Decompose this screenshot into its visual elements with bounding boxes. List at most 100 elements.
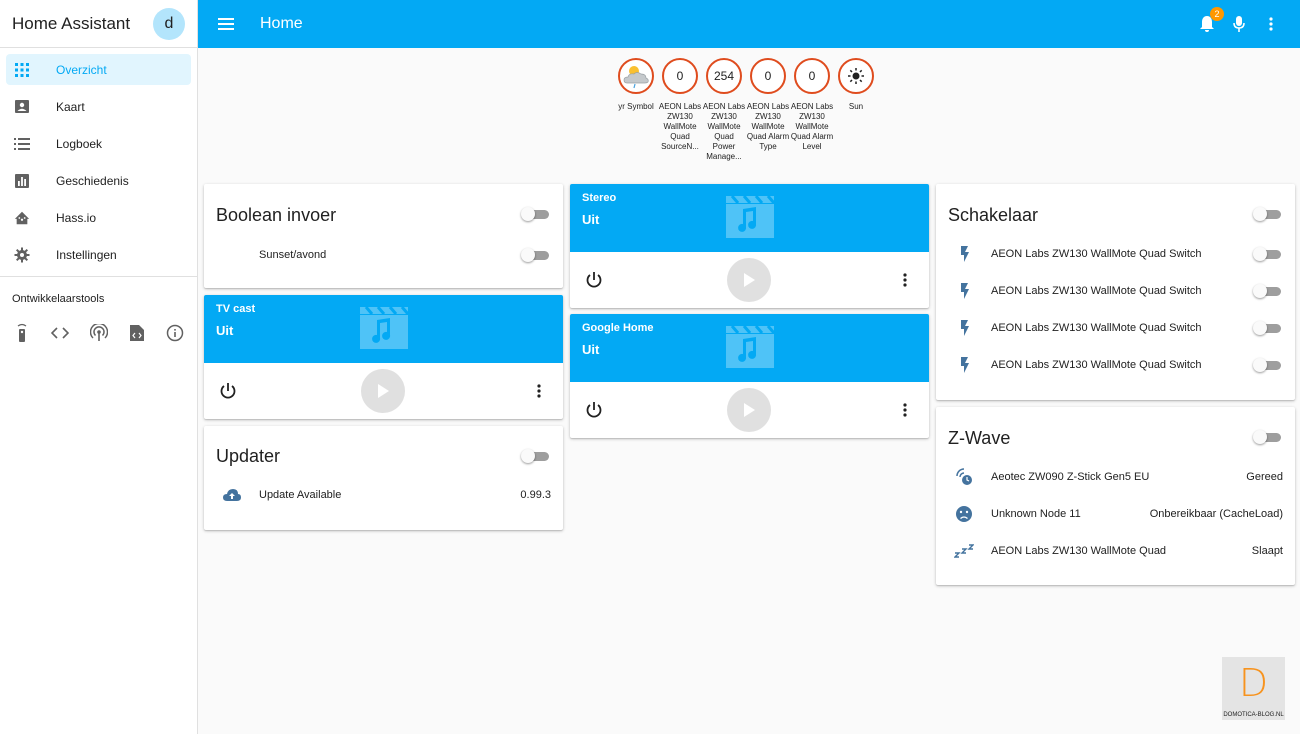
movie-icon [360, 306, 410, 349]
badge-alarm-type[interactable]: 0 AEON Labs ZW130 WallMote Quad Alarm Ty… [747, 58, 789, 162]
watermark-text: DOMOTICA-BLOG.NL [1223, 712, 1284, 718]
notification-count: 2 [1210, 7, 1224, 21]
play-icon [744, 273, 755, 287]
page-title: Home [260, 15, 303, 32]
flash-icon [954, 281, 974, 301]
weather-icon [623, 66, 649, 89]
map-account-icon [14, 99, 30, 115]
switch-toggle[interactable] [1253, 358, 1281, 372]
entity-row: Sunset/avond [204, 240, 563, 270]
sleep-icon [954, 541, 974, 561]
media-controls [204, 363, 563, 419]
antenna-icon[interactable] [89, 323, 108, 343]
watermark-letter: D [1238, 661, 1269, 705]
cloud-upload-icon [222, 485, 242, 505]
sidebar-item-logboek[interactable]: Logboek [6, 128, 191, 159]
sidebar-item-instellingen[interactable]: Instellingen [6, 239, 191, 270]
media-name: Google Home [582, 322, 654, 334]
play-button[interactable] [727, 388, 771, 432]
sidebar-item-label: Geschiedenis [56, 173, 129, 188]
badge-value: 0 [662, 58, 698, 94]
media-name: TV cast [216, 303, 256, 315]
user-avatar[interactable]: d [153, 7, 185, 40]
sidebar-item-geschiedenis[interactable]: Geschiedenis [6, 165, 191, 196]
menu-button[interactable] [198, 0, 254, 48]
media-card-google-home: Google Home Uit [570, 314, 929, 438]
play-button[interactable] [361, 369, 405, 413]
flash-icon [954, 318, 974, 338]
badge-sourcenode[interactable]: 0 AEON Labs ZW130 WallMote Quad SourceN.… [659, 58, 701, 162]
badge-circle [618, 58, 654, 94]
badge-sun[interactable]: Sun [836, 58, 876, 162]
entity-row[interactable]: Aeotec ZW090 Z-Stick Gen5 EU Gereed [936, 462, 1295, 492]
top-app-bar: Home 2 [198, 0, 1300, 48]
sidebar-item-hassio[interactable]: Hass.io [6, 202, 191, 233]
home-assistant-icon [14, 210, 30, 226]
updater-card: Updater Update Available 0.99.3 [204, 426, 563, 530]
sidebar-item-label: Kaart [56, 99, 85, 114]
badge-label: yr Symbol [618, 102, 654, 111]
sidebar-item-overzicht[interactable]: Overzicht [6, 54, 191, 85]
power-icon[interactable] [584, 270, 604, 290]
list-icon [14, 136, 30, 152]
switch-toggle[interactable] [1253, 247, 1281, 261]
sunset-toggle[interactable] [521, 248, 549, 262]
sidebar-item-label: Hass.io [56, 210, 97, 225]
media-card-stereo: Stereo Uit [570, 184, 929, 308]
badge-label: AEON Labs ZW130 WallMote Quad Alarm Leve… [790, 102, 834, 151]
entity-row[interactable]: AEON Labs ZW130 WallMote Quad Slaapt [936, 536, 1295, 566]
media-header: Stereo Uit [570, 184, 929, 252]
badge-label: AEON Labs ZW130 WallMote Quad Power Mana… [702, 102, 746, 161]
entity-name: AEON Labs ZW130 WallMote Quad Switch [991, 285, 1202, 297]
entity-value: 0.99.3 [520, 489, 551, 501]
more-button[interactable] [529, 381, 549, 401]
notifications-button[interactable]: 2 [1196, 7, 1224, 35]
more-vertical-icon [537, 384, 541, 398]
group-toggle[interactable] [1253, 430, 1281, 444]
voice-button[interactable] [1228, 13, 1250, 35]
grid-icon [14, 62, 30, 78]
remote-icon[interactable] [12, 323, 31, 343]
media-name: Stereo [582, 192, 617, 204]
menu-icon [218, 18, 234, 30]
more-button[interactable] [895, 400, 915, 420]
card-title: Z-Wave [948, 428, 1011, 448]
code-icon[interactable] [50, 323, 70, 343]
entity-name: AEON Labs ZW130 WallMote Quad Switch [991, 248, 1202, 260]
file-code-icon[interactable] [127, 323, 146, 343]
entity-row: AEON Labs ZW130 WallMote Quad Switch [936, 239, 1295, 269]
power-icon[interactable] [218, 381, 238, 401]
play-button[interactable] [727, 258, 771, 302]
info-icon[interactable] [166, 323, 185, 343]
more-vertical-icon [903, 403, 907, 417]
badge-circle [838, 58, 874, 94]
entity-name: Aeotec ZW090 Z-Stick Gen5 EU [991, 471, 1150, 483]
sidebar-item-label: Instellingen [56, 247, 117, 262]
group-toggle[interactable] [521, 207, 549, 221]
media-state: Uit [216, 323, 234, 338]
badge-alarm-level[interactable]: 0 AEON Labs ZW130 WallMote Quad Alarm Le… [790, 58, 834, 162]
more-button[interactable] [895, 270, 915, 290]
badge-value: 0 [794, 58, 830, 94]
play-icon [378, 384, 389, 398]
entity-value: Gereed [1246, 471, 1283, 483]
sidebar-item-label: Overzicht [56, 62, 107, 77]
group-toggle[interactable] [521, 449, 549, 463]
entity-row[interactable]: Unknown Node 11 Onbereikbaar (CacheLoad) [936, 499, 1295, 529]
entity-name: Sunset/avond [259, 249, 327, 261]
group-toggle[interactable] [1253, 207, 1281, 221]
badge-yr-symbol[interactable]: yr Symbol [616, 58, 656, 162]
switch-toggle[interactable] [1253, 284, 1281, 298]
badge-power-management[interactable]: 254 AEON Labs ZW130 WallMote Quad Power … [702, 58, 746, 162]
media-header: Google Home Uit [570, 314, 929, 382]
media-header: TV cast Uit [204, 295, 563, 363]
overflow-menu-button[interactable] [1260, 13, 1282, 35]
badge-label: Sun [848, 102, 864, 111]
sidebar: Home Assistant d Overzicht Kaart Logboek [0, 0, 198, 734]
sidebar-item-kaart[interactable]: Kaart [6, 91, 191, 122]
switch-toggle[interactable] [1253, 321, 1281, 335]
sidebar-nav: Overzicht Kaart Logboek Geschiedenis Has… [0, 48, 197, 270]
entity-row[interactable]: Update Available 0.99.3 [204, 480, 563, 510]
power-icon[interactable] [584, 400, 604, 420]
movie-icon [726, 195, 776, 238]
